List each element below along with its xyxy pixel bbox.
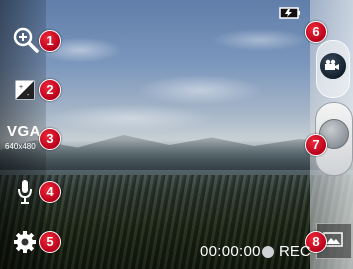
svg-text:+: + <box>19 84 23 91</box>
microphone-icon <box>18 180 32 204</box>
recording-time: 00:00:00 <box>200 243 261 260</box>
rec-label: REC <box>279 243 311 260</box>
callout-badge: 4 <box>39 181 61 203</box>
callout-badge: 7 <box>305 134 327 156</box>
callout-badge: 6 <box>305 21 327 43</box>
video-camera-icon <box>325 59 339 70</box>
brightness-icon: + - <box>15 80 35 100</box>
record-indicator-dot <box>262 246 274 258</box>
video-size-label: VGA <box>7 123 42 140</box>
camera-viewfinder[interactable]: 1 + - 2 VGA 640x480 3 4 5 6 7 8 00:00:00… <box>0 0 353 269</box>
callout-badge: 5 <box>39 231 61 253</box>
callout-badge: 1 <box>39 30 61 52</box>
gear-icon <box>14 231 36 253</box>
zoom-in-icon <box>13 27 39 53</box>
video-size-resolution: 640x480 <box>5 142 36 151</box>
callout-badge: 3 <box>39 128 61 150</box>
battery-icon <box>279 7 300 19</box>
callout-badge: 2 <box>39 79 61 101</box>
